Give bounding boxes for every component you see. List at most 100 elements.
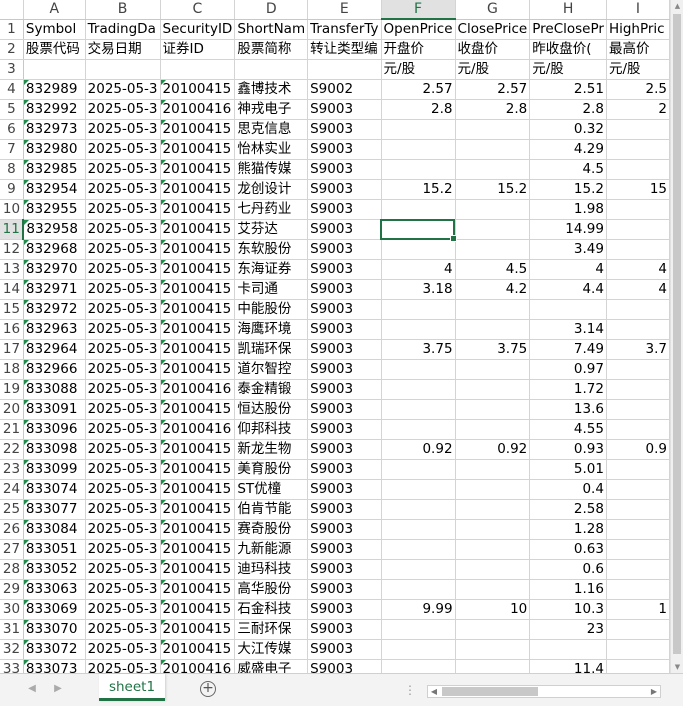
scroll-up-icon[interactable]: ▲ bbox=[671, 0, 683, 12]
cell[interactable]: 832968 bbox=[23, 239, 86, 260]
cell[interactable]: 4.2 bbox=[455, 279, 531, 300]
row-header[interactable]: 21 bbox=[0, 419, 24, 440]
cell[interactable]: 2025-05-3 bbox=[85, 659, 161, 673]
cell[interactable]: 5.01 bbox=[529, 459, 607, 480]
row-header[interactable]: 28 bbox=[0, 559, 24, 580]
scroll-down-icon[interactable]: ▼ bbox=[671, 661, 683, 673]
cell[interactable]: 2025-05-3 bbox=[85, 319, 161, 340]
cell[interactable] bbox=[455, 459, 531, 480]
cell[interactable]: 20100415 bbox=[160, 399, 236, 420]
cell[interactable]: 9.99 bbox=[381, 599, 456, 620]
cell[interactable]: S9003 bbox=[307, 419, 382, 440]
column-header-d[interactable]: D bbox=[234, 0, 309, 20]
cell[interactable]: 832958 bbox=[23, 219, 86, 240]
cell[interactable]: 1.28 bbox=[529, 519, 607, 540]
cell[interactable]: 15.2 bbox=[381, 179, 456, 200]
row-header[interactable]: 31 bbox=[0, 619, 24, 640]
cell[interactable]: 4.55 bbox=[529, 419, 607, 440]
cell[interactable]: S9003 bbox=[307, 459, 382, 480]
cell[interactable]: 833084 bbox=[23, 519, 86, 540]
cell[interactable] bbox=[529, 639, 607, 660]
cell[interactable] bbox=[606, 619, 670, 640]
scroll-right-icon[interactable]: ▶ bbox=[648, 686, 660, 697]
cell[interactable] bbox=[455, 199, 531, 220]
cell[interactable]: 832985 bbox=[23, 159, 86, 180]
row-header[interactable]: 4 bbox=[0, 79, 24, 100]
cell[interactable]: HighPric bbox=[606, 19, 670, 40]
cell[interactable]: 2025-05-3 bbox=[85, 119, 161, 140]
cell[interactable]: 2025-05-3 bbox=[85, 639, 161, 660]
cell[interactable] bbox=[381, 359, 456, 380]
cell[interactable]: 832971 bbox=[23, 279, 86, 300]
cell[interactable]: 833072 bbox=[23, 639, 86, 660]
row-header[interactable]: 32 bbox=[0, 639, 24, 660]
cell[interactable] bbox=[381, 579, 456, 600]
cell[interactable]: 0.63 bbox=[529, 539, 607, 560]
cell[interactable]: 832992 bbox=[23, 99, 86, 120]
cell[interactable]: S9003 bbox=[307, 439, 382, 460]
cell[interactable]: 伯肯节能 bbox=[234, 499, 309, 520]
cell[interactable]: 832989 bbox=[23, 79, 86, 100]
cell[interactable]: 20100415 bbox=[160, 339, 236, 360]
cell[interactable] bbox=[606, 579, 670, 600]
cell[interactable]: 三耐环保 bbox=[234, 619, 309, 640]
cell[interactable]: 0.97 bbox=[529, 359, 607, 380]
cell[interactable]: 20100415 bbox=[160, 539, 236, 560]
cell[interactable]: 2025-05-3 bbox=[85, 619, 161, 640]
cell[interactable]: 832966 bbox=[23, 359, 86, 380]
cell[interactable] bbox=[606, 559, 670, 580]
cell[interactable]: 4 bbox=[529, 259, 607, 280]
cell[interactable]: S9003 bbox=[307, 259, 382, 280]
cell[interactable]: 高华股份 bbox=[234, 579, 309, 600]
cell[interactable] bbox=[455, 379, 531, 400]
cell[interactable]: 3.18 bbox=[381, 279, 456, 300]
cell[interactable]: 3.49 bbox=[529, 239, 607, 260]
row-header[interactable]: 10 bbox=[0, 199, 24, 220]
cell[interactable]: 833096 bbox=[23, 419, 86, 440]
cell[interactable]: 昨收盘价( bbox=[529, 39, 607, 60]
cell[interactable]: 鑫博技术 bbox=[234, 79, 309, 100]
cell[interactable]: 14.99 bbox=[529, 219, 607, 240]
more-options-icon[interactable]: ⋮ bbox=[404, 683, 416, 697]
cell[interactable]: 元/股 bbox=[455, 59, 531, 80]
cell[interactable]: 道尔智控 bbox=[234, 359, 309, 380]
cell[interactable]: 神戎电子 bbox=[234, 99, 309, 120]
row-header[interactable]: 1 bbox=[0, 19, 24, 40]
cell[interactable]: 833099 bbox=[23, 459, 86, 480]
row-header[interactable]: 2 bbox=[0, 39, 24, 60]
horizontal-scrollbar[interactable]: ◀ ▶ bbox=[427, 685, 661, 698]
cell[interactable]: 1 bbox=[606, 599, 670, 620]
cell[interactable] bbox=[455, 239, 531, 260]
cell[interactable]: 2025-05-3 bbox=[85, 559, 161, 580]
cell[interactable]: 4.5 bbox=[529, 159, 607, 180]
horizontal-scroll-thumb[interactable] bbox=[442, 687, 538, 696]
cell[interactable] bbox=[455, 639, 531, 660]
cell[interactable]: 10 bbox=[455, 599, 531, 620]
row-header[interactable]: 30 bbox=[0, 599, 24, 620]
cell[interactable] bbox=[381, 159, 456, 180]
cell[interactable]: 2025-05-3 bbox=[85, 99, 161, 120]
cell[interactable]: S9003 bbox=[307, 479, 382, 500]
row-header[interactable]: 15 bbox=[0, 299, 24, 320]
cell[interactable] bbox=[606, 119, 670, 140]
row-header[interactable]: 6 bbox=[0, 119, 24, 140]
cell[interactable]: 20100415 bbox=[160, 79, 236, 100]
cell[interactable] bbox=[606, 219, 670, 240]
cell[interactable]: S9003 bbox=[307, 139, 382, 160]
cell[interactable]: S9002 bbox=[307, 79, 382, 100]
cell[interactable] bbox=[381, 219, 456, 240]
cell[interactable]: 23 bbox=[529, 619, 607, 640]
cell[interactable]: 2025-05-3 bbox=[85, 359, 161, 380]
cell[interactable] bbox=[455, 579, 531, 600]
cell[interactable]: 20100415 bbox=[160, 579, 236, 600]
column-header-a[interactable]: A bbox=[23, 0, 86, 20]
cell[interactable]: 东海证券 bbox=[234, 259, 309, 280]
cell[interactable]: 艾芬达 bbox=[234, 219, 309, 240]
cell[interactable] bbox=[455, 419, 531, 440]
cell[interactable] bbox=[381, 399, 456, 420]
cell[interactable]: 2.58 bbox=[529, 499, 607, 520]
cell[interactable]: 2.51 bbox=[529, 79, 607, 100]
cell[interactable]: S9003 bbox=[307, 539, 382, 560]
cell[interactable]: 20100415 bbox=[160, 559, 236, 580]
cell[interactable]: 2025-05-3 bbox=[85, 139, 161, 160]
